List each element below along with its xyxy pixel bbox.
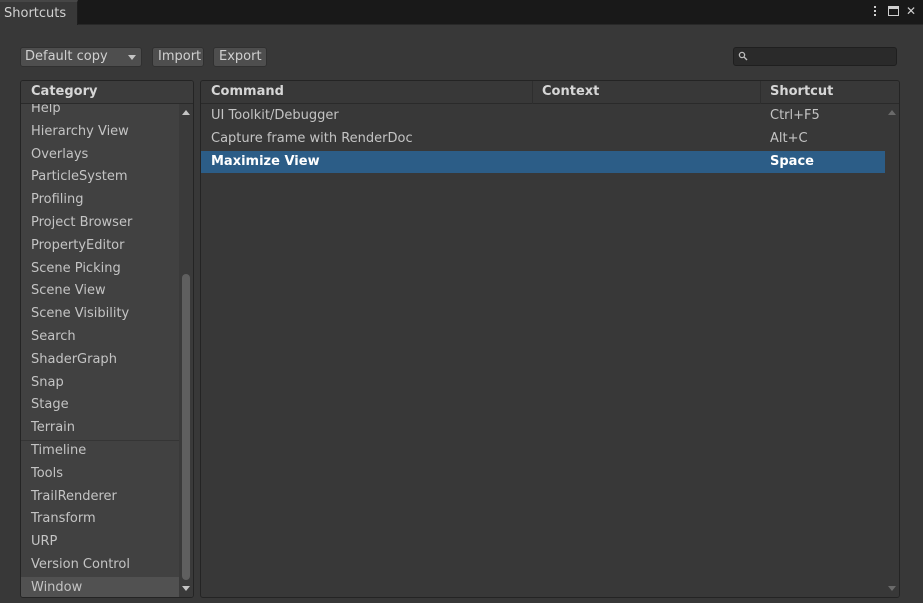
category-scroll-thumb[interactable] [182, 274, 190, 580]
scroll-down-arrow-icon[interactable] [888, 586, 896, 591]
profile-dropdown-label: Default copy [25, 49, 108, 64]
export-button[interactable]: Export [213, 47, 267, 67]
close-icon[interactable]: ✕ [905, 4, 917, 18]
category-item[interactable]: Profiling [21, 189, 181, 212]
column-header-shortcut[interactable]: Shortcut [770, 84, 833, 99]
category-item[interactable]: Project Browser [21, 212, 181, 235]
window-controls: ✕ [869, 4, 917, 18]
table-header: Command Context Shortcut [201, 81, 899, 104]
table-scrollbar[interactable] [885, 104, 899, 597]
category-panel: Category Help Hierarchy View Overlays Parti… [20, 80, 194, 598]
category-item[interactable]: Stage [21, 394, 181, 417]
table-row[interactable]: UI Toolkit/Debugger Ctrl+F5 [201, 105, 885, 128]
category-item[interactable]: PropertyEditor [21, 235, 181, 258]
category-item[interactable]: Search [21, 326, 181, 349]
category-item[interactable]: TrailRenderer [21, 486, 181, 509]
column-divider[interactable] [532, 81, 533, 104]
command-cell: UI Toolkit/Debugger [211, 108, 339, 123]
category-scrollbar[interactable] [179, 104, 193, 597]
command-cell: Maximize View [211, 153, 320, 169]
category-item[interactable]: ParticleSystem [21, 166, 181, 189]
window-tab-bar: Shortcuts ✕ [0, 0, 923, 26]
category-item[interactable]: Help [21, 104, 181, 121]
profile-dropdown[interactable]: Default copy [20, 47, 142, 67]
category-item[interactable]: Hierarchy View [21, 121, 181, 144]
more-options-icon[interactable] [869, 4, 881, 18]
category-item[interactable]: Timeline [21, 440, 181, 463]
scroll-down-arrow-icon[interactable] [182, 586, 190, 591]
category-item[interactable]: Transform [21, 508, 181, 531]
category-item[interactable]: Version Control [21, 554, 181, 577]
category-item[interactable]: URP [21, 531, 181, 554]
chevron-down-icon [128, 55, 136, 60]
category-item[interactable]: Scene View [21, 280, 181, 303]
category-item[interactable]: ShaderGraph [21, 349, 181, 372]
category-divider [21, 440, 179, 441]
shortcut-cell: Alt+C [770, 130, 808, 146]
shortcuts-window-content: Default copy Import Export Category Help… [0, 25, 923, 603]
search-input[interactable] [733, 47, 897, 66]
scroll-up-arrow-icon[interactable] [182, 110, 190, 115]
table-row[interactable]: Capture frame with RenderDoc Alt+C [201, 128, 885, 151]
category-header: Category [21, 81, 193, 104]
column-header-command[interactable]: Command [211, 84, 284, 99]
shortcut-cell: Space [770, 153, 814, 169]
category-item[interactable]: Snap [21, 372, 181, 395]
category-item[interactable]: Terrain [21, 417, 181, 440]
category-item[interactable]: Scene Picking [21, 258, 181, 281]
window-tab-shortcuts[interactable]: Shortcuts [0, 0, 78, 26]
maximize-icon[interactable] [887, 4, 899, 18]
category-item[interactable]: Tools [21, 463, 181, 486]
command-cell: Capture frame with RenderDoc [211, 130, 413, 146]
category-item[interactable]: Scene Visibility [21, 303, 181, 326]
table-row[interactable]: Maximize View Space [201, 150, 885, 174]
shortcut-table: Command Context Shortcut UI Toolkit/Debu… [200, 80, 900, 598]
search-icon [738, 51, 748, 61]
category-list[interactable]: Help Hierarchy View Overlays ParticleSystem… [21, 104, 181, 597]
category-item[interactable]: Overlays [21, 144, 181, 167]
category-item[interactable]: Window [21, 576, 181, 597]
scroll-up-arrow-icon[interactable] [888, 110, 896, 115]
column-header-context[interactable]: Context [542, 84, 599, 99]
column-divider[interactable] [760, 81, 761, 104]
shortcut-cell: Ctrl+F5 [770, 108, 820, 123]
import-button[interactable]: Import [152, 47, 204, 67]
